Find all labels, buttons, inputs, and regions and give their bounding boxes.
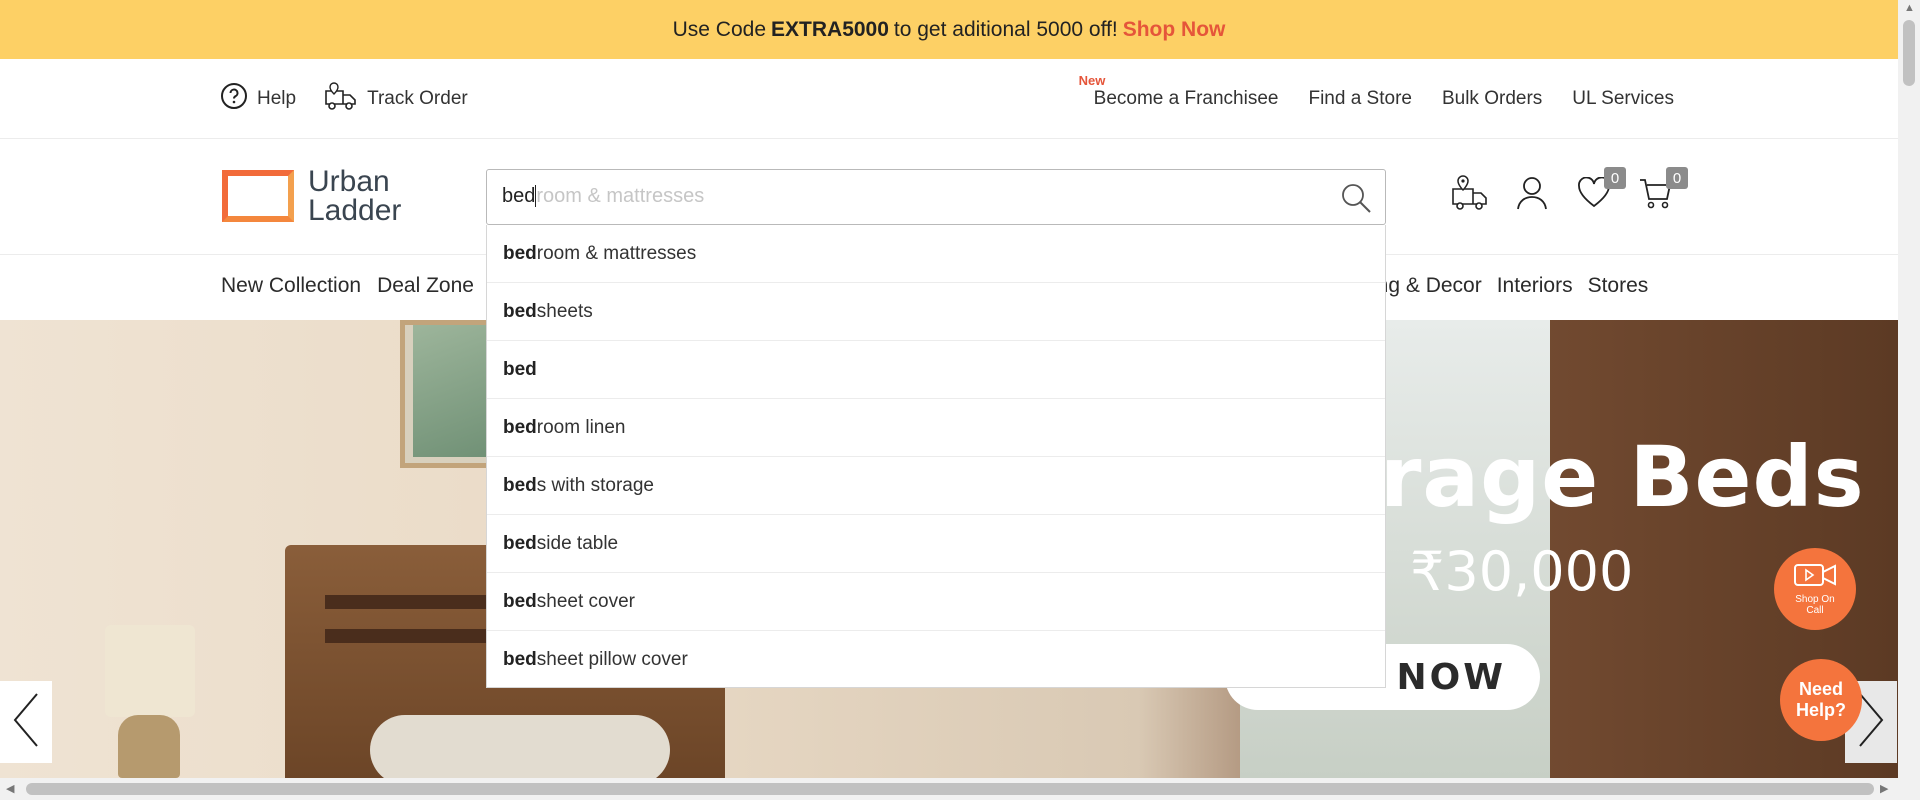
find-store-link[interactable]: Find a Store: [1308, 88, 1412, 110]
suggestion-rest: room & mattresses: [536, 242, 697, 264]
nav-furnishing-decor[interactable]: ing & Decor: [1372, 274, 1482, 298]
hero-price: ₹30,000: [1410, 540, 1634, 603]
logo-line2: Ladder: [308, 194, 402, 227]
chevron-left-icon: [11, 692, 41, 753]
nav-deal-zone[interactable]: Deal Zone: [377, 274, 474, 298]
promo-prefix: Use Code: [672, 17, 767, 41]
suggestion-match: bed: [503, 242, 537, 264]
hero-lamp: [105, 625, 195, 717]
cart-button[interactable]: 0: [1638, 167, 1688, 215]
horizontal-scrollbar[interactable]: ◀ ▶: [0, 778, 1920, 800]
hero-pillow: [370, 715, 670, 778]
logo-line1: Urban: [308, 165, 390, 198]
promo-shop-now-link[interactable]: Shop Now: [1123, 18, 1226, 42]
hero-headline: rage Beds: [1380, 428, 1865, 526]
suggestion-rest: sheet cover: [536, 590, 636, 612]
search-suggestion-item[interactable]: bed sheet pillow cover: [487, 631, 1385, 689]
user-icon: [1515, 175, 1549, 216]
become-franchisee-link[interactable]: New Become a Franchisee: [1079, 73, 1279, 110]
search-suggestions-dropdown: bed room & mattresses bed sheets bed bed room …: [486, 225, 1386, 688]
video-call-icon: [1793, 562, 1837, 591]
suggestion-match: bed: [503, 416, 537, 438]
account-button[interactable]: [1514, 175, 1550, 215]
suggestion-match: bed: [503, 474, 537, 496]
delivery-truck-icon: [324, 81, 358, 117]
wishlist-count-badge: 0: [1604, 167, 1626, 189]
shop-on-call-button[interactable]: Shop On Call: [1774, 548, 1856, 630]
hero-lamp-base: [118, 715, 180, 778]
suggestion-match: bed: [503, 532, 537, 554]
promo-banner: Use Code EXTRA5000 to get aditional 5000…: [0, 0, 1898, 59]
shop-on-call-label: Shop On Call: [1795, 594, 1835, 616]
nav-stores[interactable]: Stores: [1588, 274, 1649, 298]
suggestion-rest: sheet pillow cover: [536, 649, 688, 670]
nav-new-collection[interactable]: New Collection: [221, 274, 361, 298]
nav-interiors[interactable]: Interiors: [1497, 274, 1573, 298]
bulk-orders-link[interactable]: Bulk Orders: [1442, 88, 1542, 110]
track-order-link[interactable]: Track Order: [324, 81, 468, 117]
horizontal-scroll-thumb[interactable]: [26, 783, 1874, 795]
need-help-line2: Help?: [1795, 700, 1846, 720]
store-locator-button[interactable]: [1450, 173, 1490, 218]
search-suggestion-item[interactable]: bed sheet cover: [487, 573, 1385, 631]
search-icon[interactable]: [1339, 181, 1373, 220]
suggestion-match: bed: [503, 649, 537, 670]
franchise-label: Become a Franchisee: [1093, 88, 1279, 109]
help-icon: [220, 82, 248, 116]
logo-mark-icon: [222, 170, 294, 222]
search-typed-text: bed: [502, 185, 536, 207]
utility-bar: Help Track Order New Become a Franchisee…: [0, 59, 1898, 139]
suggestion-rest: sheets: [536, 300, 593, 322]
search-suggestion-item[interactable]: bed side table: [487, 515, 1385, 573]
promo-code: EXTRA5000: [771, 17, 889, 41]
new-tag: New: [1078, 73, 1106, 88]
suggestion-rest: side table: [536, 532, 619, 554]
urban-ladder-logo[interactable]: Urban Ladder: [222, 165, 402, 227]
suggestion-match: bed: [503, 300, 537, 322]
need-help-button[interactable]: Need Help?: [1780, 659, 1862, 741]
promo-suffix: to get aditional 5000 off!: [893, 17, 1118, 41]
cart-count-badge: 0: [1666, 167, 1688, 189]
search-suggestion-item[interactable]: bed room & mattresses: [487, 225, 1385, 283]
vertical-scroll-thumb[interactable]: [1903, 20, 1915, 86]
search-autocomplete-ghost: room & mattresses: [536, 185, 705, 207]
search-suggestion-item[interactable]: bed sheets: [487, 283, 1385, 341]
suggestion-match: bed: [503, 590, 537, 612]
need-help-line1: Need: [1798, 679, 1843, 699]
help-label: Help: [257, 88, 297, 109]
vertical-scrollbar[interactable]: ▲: [1898, 0, 1920, 778]
scroll-right-arrow-icon[interactable]: ▶: [1880, 782, 1888, 795]
delivery-location-icon: [1450, 173, 1490, 218]
search-input[interactable]: bedroom & mattresses: [486, 169, 1386, 225]
suggestion-rest: s with storage: [536, 474, 655, 496]
track-order-label: Track Order: [367, 88, 468, 109]
search-suggestion-item[interactable]: bed: [487, 341, 1385, 399]
search-suggestion-item[interactable]: bed room linen: [487, 399, 1385, 457]
scroll-up-arrow-icon[interactable]: ▲: [1904, 2, 1915, 14]
search-suggestion-item[interactable]: bed s with storage: [487, 457, 1385, 515]
wishlist-button[interactable]: 0: [1576, 167, 1626, 215]
suggestion-rest: room linen: [536, 416, 626, 438]
suggestion-match: bed: [503, 358, 537, 380]
ul-services-link[interactable]: UL Services: [1572, 88, 1674, 110]
carousel-prev-button[interactable]: [0, 681, 52, 763]
scroll-left-arrow-icon[interactable]: ◀: [6, 782, 14, 795]
help-link[interactable]: Help: [220, 82, 296, 116]
